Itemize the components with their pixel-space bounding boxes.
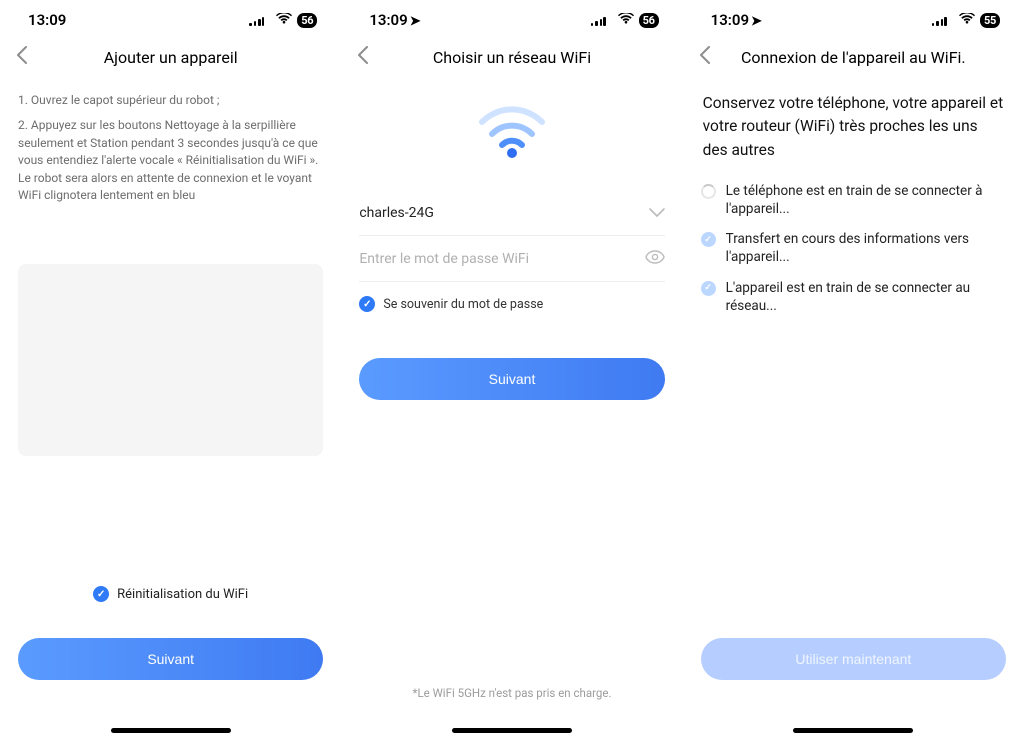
step-row: Le téléphone est en train de se connecte… bbox=[701, 182, 1006, 218]
home-indicator[interactable] bbox=[793, 728, 913, 733]
back-button[interactable] bbox=[357, 46, 369, 69]
wifi-5ghz-note: *Le WiFi 5GHz n'est pas pris en charge. bbox=[341, 686, 682, 700]
status-time: 13:09➤ bbox=[711, 11, 762, 29]
ssid-value: charles-24G bbox=[359, 205, 648, 221]
remember-password-check[interactable]: ✓ Se souvenir du mot de passe bbox=[359, 296, 664, 312]
back-button[interactable] bbox=[699, 46, 711, 69]
check-icon: ✓ bbox=[93, 586, 109, 602]
nav-bar: Choisir un réseau WiFi bbox=[341, 40, 682, 74]
status-bar: 13:09➤ 55 bbox=[683, 0, 1024, 40]
step-row: ✓ L'appareil est en train de se connecte… bbox=[701, 279, 1006, 315]
screen-add-device: 13:09 56 Ajouter un appareil 1. Ouvrez l… bbox=[0, 0, 341, 740]
nav-title: Choisir un réseau WiFi bbox=[357, 48, 666, 67]
next-button[interactable]: Suivant bbox=[359, 358, 664, 400]
remember-label: Se souvenir du mot de passe bbox=[383, 297, 543, 312]
status-icons: 56 bbox=[249, 11, 317, 29]
chevron-left-icon bbox=[16, 46, 28, 64]
instruction-line-2: 2. Appuyez sur les boutons Nettoyage à l… bbox=[18, 117, 323, 204]
step-text: Transfert en cours des informations vers… bbox=[726, 230, 1006, 266]
keep-close-heading: Conservez votre téléphone, votre apparei… bbox=[701, 92, 1006, 162]
chevron-left-icon bbox=[357, 46, 369, 64]
ssid-field[interactable]: charles-24G bbox=[359, 190, 664, 236]
chevron-down-icon bbox=[649, 203, 665, 222]
home-indicator[interactable] bbox=[111, 728, 231, 733]
step-text: L'appareil est en train de se connecter … bbox=[726, 279, 1006, 315]
step-row: ✓ Transfert en cours des informations ve… bbox=[701, 230, 1006, 266]
home-indicator[interactable] bbox=[452, 728, 572, 733]
battery-badge: 56 bbox=[297, 13, 317, 28]
check-icon: ✓ bbox=[701, 232, 716, 247]
check-icon: ✓ bbox=[359, 296, 375, 312]
status-time: 13:09➤ bbox=[369, 11, 420, 29]
use-now-button: Utiliser maintenant bbox=[701, 638, 1006, 680]
instruction-line-1: 1. Ouvrez le capot supérieur du robot ; bbox=[18, 92, 323, 109]
back-button[interactable] bbox=[16, 46, 28, 69]
nav-bar: Ajouter un appareil bbox=[0, 40, 341, 74]
spinner-icon bbox=[701, 184, 716, 199]
check-icon: ✓ bbox=[701, 281, 716, 296]
location-arrow-icon: ➤ bbox=[410, 14, 421, 29]
status-time: 13:09 bbox=[28, 11, 66, 29]
cellular-icon bbox=[249, 15, 271, 26]
wifi-status-icon bbox=[618, 11, 634, 29]
content-area: charles-24G Entrer le mot de passe WiFi … bbox=[341, 74, 682, 740]
battery-badge: 56 bbox=[639, 13, 659, 28]
chevron-left-icon bbox=[699, 46, 711, 64]
password-placeholder: Entrer le mot de passe WiFi bbox=[359, 251, 644, 267]
wifi-reset-label: Réinitialisation du WiFi bbox=[117, 587, 248, 602]
wifi-large-icon bbox=[476, 104, 548, 160]
wifi-status-icon bbox=[959, 11, 975, 29]
status-bar: 13:09➤ 56 bbox=[341, 0, 682, 40]
cellular-icon bbox=[591, 15, 613, 26]
wifi-status-icon bbox=[276, 11, 292, 29]
nav-title: Ajouter un appareil bbox=[16, 48, 325, 67]
connection-steps: Le téléphone est en train de se connecte… bbox=[701, 182, 1006, 315]
wifi-reset-confirm[interactable]: ✓ Réinitialisation du WiFi bbox=[18, 586, 323, 602]
location-arrow-icon: ➤ bbox=[751, 14, 762, 29]
eye-icon[interactable] bbox=[645, 248, 665, 269]
status-bar: 13:09 56 bbox=[0, 0, 341, 40]
cellular-icon bbox=[932, 15, 954, 26]
nav-bar: Connexion de l'appareil au WiFi. bbox=[683, 40, 1024, 74]
status-icons: 55 bbox=[932, 11, 1000, 29]
next-button[interactable]: Suivant bbox=[18, 638, 323, 680]
battery-badge: 55 bbox=[980, 13, 1000, 28]
screen-connecting: 13:09➤ 55 Connexion de l'appareil au WiF… bbox=[683, 0, 1024, 740]
password-field[interactable]: Entrer le mot de passe WiFi bbox=[359, 236, 664, 282]
status-icons: 56 bbox=[591, 11, 659, 29]
step-text: Le téléphone est en train de se connecte… bbox=[726, 182, 1006, 218]
illustration-placeholder bbox=[18, 264, 323, 456]
screen-choose-wifi: 13:09➤ 56 Choisir un réseau WiFi charles… bbox=[341, 0, 682, 740]
nav-title: Connexion de l'appareil au WiFi. bbox=[699, 48, 1008, 67]
